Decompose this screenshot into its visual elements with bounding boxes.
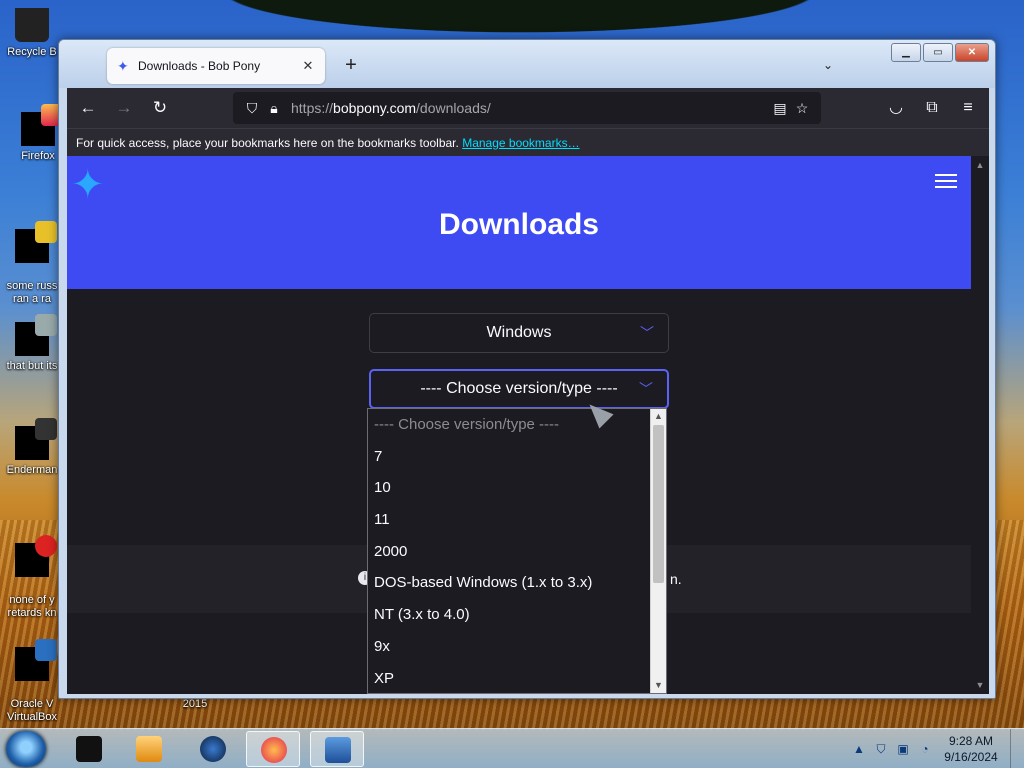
- desktop-icon-none-of-y[interactable]: none of y retards kn: [0, 530, 64, 620]
- clock-date: 9/16/2024: [944, 750, 998, 764]
- os-select[interactable]: Windows ﹀: [369, 313, 669, 353]
- document-icon: [15, 221, 57, 263]
- dropdown-scroll-thumb[interactable]: [653, 425, 664, 583]
- desktop-icon-that-but-its[interactable]: that but its: [0, 314, 64, 373]
- toolbar-right-buttons: ◡ ⧉ ≡: [881, 93, 983, 123]
- window-controls: ▁ ▭ ✕: [891, 43, 989, 62]
- tracking-protection-shield-icon[interactable]: ⛉: [241, 100, 263, 117]
- dropdown-option-nt[interactable]: NT (3.x to 4.0): [368, 599, 666, 631]
- desktop-icon-label: Recycle B: [7, 46, 57, 58]
- pocket-icon[interactable]: ◡: [881, 93, 911, 123]
- browser-tab-active[interactable]: ✦ Downloads - Bob Pony ✕: [107, 48, 325, 84]
- terminal-icon: [15, 418, 57, 460]
- bookmarks-hint-text: For quick access, place your bookmarks h…: [76, 136, 459, 150]
- recycle-bin-icon: [15, 8, 49, 42]
- page-scrollbar[interactable]: ▲ ▼: [971, 156, 989, 694]
- dropdown-scrollbar[interactable]: ▲ ▼: [650, 409, 666, 693]
- bobpony-logo-icon[interactable]: ✦: [71, 162, 113, 208]
- desktop-icon-recycle-bin[interactable]: Recycle B: [0, 8, 64, 59]
- dropdown-option-7[interactable]: 7: [368, 441, 666, 473]
- dropdown-scroll-up-icon[interactable]: ▲: [651, 409, 666, 424]
- close-window-button[interactable]: ✕: [955, 43, 989, 62]
- forward-arrow-icon[interactable]: →: [109, 93, 139, 123]
- dropdown-scroll-down-icon[interactable]: ▼: [651, 678, 666, 693]
- taskbar: ▲ ⛉ ▣ ◔ 9:28 AM 9/16/2024: [0, 728, 1024, 768]
- desktop-icon-virtualbox[interactable]: Oracle V VirtualBox: [0, 634, 64, 724]
- desktop-icon-label: none of y retards kn: [7, 594, 57, 619]
- manage-bookmarks-link[interactable]: Manage bookmarks…: [462, 136, 579, 150]
- show-hidden-icons-chevron-icon[interactable]: ▲: [848, 738, 870, 760]
- virtualbox-icon: [15, 639, 57, 681]
- extensions-puzzle-icon[interactable]: ⧉: [917, 93, 947, 123]
- start-button[interactable]: [6, 731, 46, 767]
- black-box-icon: [76, 736, 102, 762]
- desktop-icon-label: that but its: [6, 360, 58, 372]
- bobpony-favicon-icon: ✦: [117, 58, 129, 74]
- list-all-tabs-chevron-icon[interactable]: ⌄: [817, 54, 839, 76]
- clock[interactable]: 9:28 AM 9/16/2024: [936, 733, 1006, 765]
- close-tab-icon[interactable]: ✕: [301, 58, 315, 74]
- dropdown-option-2000[interactable]: 2000: [368, 536, 666, 568]
- desktop-icon-label: Enderman: [6, 464, 58, 476]
- system-tray: ▲ ⛉ ▣ ◔ 9:28 AM 9/16/2024: [848, 729, 1024, 768]
- page-header: ✦ Downloads: [67, 156, 971, 289]
- back-arrow-icon[interactable]: ←: [73, 93, 103, 123]
- reader-view-icon[interactable]: ▤: [769, 100, 791, 117]
- dropdown-option-10[interactable]: 10: [368, 472, 666, 504]
- clock-time: 9:28 AM: [948, 734, 994, 748]
- maximize-button[interactable]: ▭: [923, 43, 953, 62]
- site-menu-hamburger-icon[interactable]: [935, 174, 957, 188]
- os-select-value: Windows: [486, 324, 552, 341]
- desktop-year-label: 2015: [182, 698, 208, 710]
- tab-title: Downloads - Bob Pony: [138, 59, 261, 73]
- bookmark-star-icon[interactable]: ☆: [791, 100, 813, 117]
- address-bar[interactable]: ⛉ 🔒︎ https://bobpony.com/downloads/ ▤ ☆: [233, 92, 821, 124]
- desktop-icon-label: Firefox: [21, 150, 55, 162]
- dropdown-option-dos-based[interactable]: DOS-based Windows (1.x to 3.x): [368, 567, 666, 599]
- desktop-icon-enderman[interactable]: Enderman: [0, 418, 64, 477]
- tray-volume-icon[interactable]: ◔: [914, 738, 936, 760]
- notice-text-tail: n.: [670, 571, 682, 587]
- dropdown-option-placeholder[interactable]: ---- Choose version/type ----: [368, 409, 666, 441]
- page-title: Downloads: [438, 208, 599, 241]
- dropdown-option-11[interactable]: 11: [368, 504, 666, 536]
- tray-network-icon[interactable]: ▣: [892, 738, 914, 760]
- red-circle-icon: [15, 535, 57, 577]
- taskbar-app-virtualbox[interactable]: [310, 731, 364, 767]
- taskbar-app-globe[interactable]: [186, 731, 240, 767]
- taskbar-app-media-player[interactable]: [122, 731, 176, 767]
- tray-shield-icon[interactable]: ⛉: [870, 738, 892, 760]
- reload-icon[interactable]: ↻: [145, 93, 175, 123]
- bookmarks-toolbar: For quick access, place your bookmarks h…: [67, 128, 989, 156]
- dropdown-option-xp[interactable]: XP: [368, 663, 666, 694]
- chevron-down-icon: ﹀: [640, 325, 654, 341]
- taskbar-app-firefox[interactable]: [246, 731, 300, 767]
- dropdown-option-9x[interactable]: 9x: [368, 631, 666, 663]
- chevron-down-icon: ﹀: [639, 381, 653, 397]
- lock-icon[interactable]: 🔒︎: [263, 100, 285, 117]
- minimize-button[interactable]: ▁: [891, 43, 921, 62]
- show-desktop-button[interactable]: [1010, 729, 1024, 768]
- navigation-toolbar: ← → ↻ ⛉ 🔒︎ https://bobpony.com/downloads…: [67, 88, 989, 128]
- desktop-icon-label: some russ ran a ra: [6, 280, 58, 305]
- new-tab-button[interactable]: +: [339, 52, 363, 78]
- version-select[interactable]: ---- Choose version/type ---- ﹀: [369, 369, 669, 409]
- menu-hamburger-icon[interactable]: ≡: [953, 93, 983, 123]
- scroll-down-arrow-icon[interactable]: ▼: [971, 678, 989, 692]
- url-text[interactable]: https://bobpony.com/downloads/: [291, 100, 769, 116]
- scroll-up-arrow-icon[interactable]: ▲: [971, 158, 989, 172]
- taskbar-app-terminal[interactable]: [62, 731, 116, 767]
- globe-icon: [200, 736, 226, 762]
- virtualbox-icon: [325, 737, 351, 763]
- version-select-value: ---- Choose version/type ----: [420, 380, 618, 397]
- firefox-icon: [261, 737, 287, 763]
- window-titlebar[interactable]: ✦ Downloads - Bob Pony ✕ + ⌄ ▁ ▭ ✕: [59, 40, 995, 88]
- stacked-windows-icon: [15, 314, 57, 356]
- media-player-icon: [136, 736, 162, 762]
- firefox-icon: [21, 104, 63, 146]
- version-dropdown-list: ---- Choose version/type ---- 7 10 11 20…: [367, 408, 667, 694]
- desktop-icon-label: Oracle V VirtualBox: [7, 698, 57, 723]
- desktop-icon-some-russ[interactable]: some russ ran a ra: [0, 216, 64, 306]
